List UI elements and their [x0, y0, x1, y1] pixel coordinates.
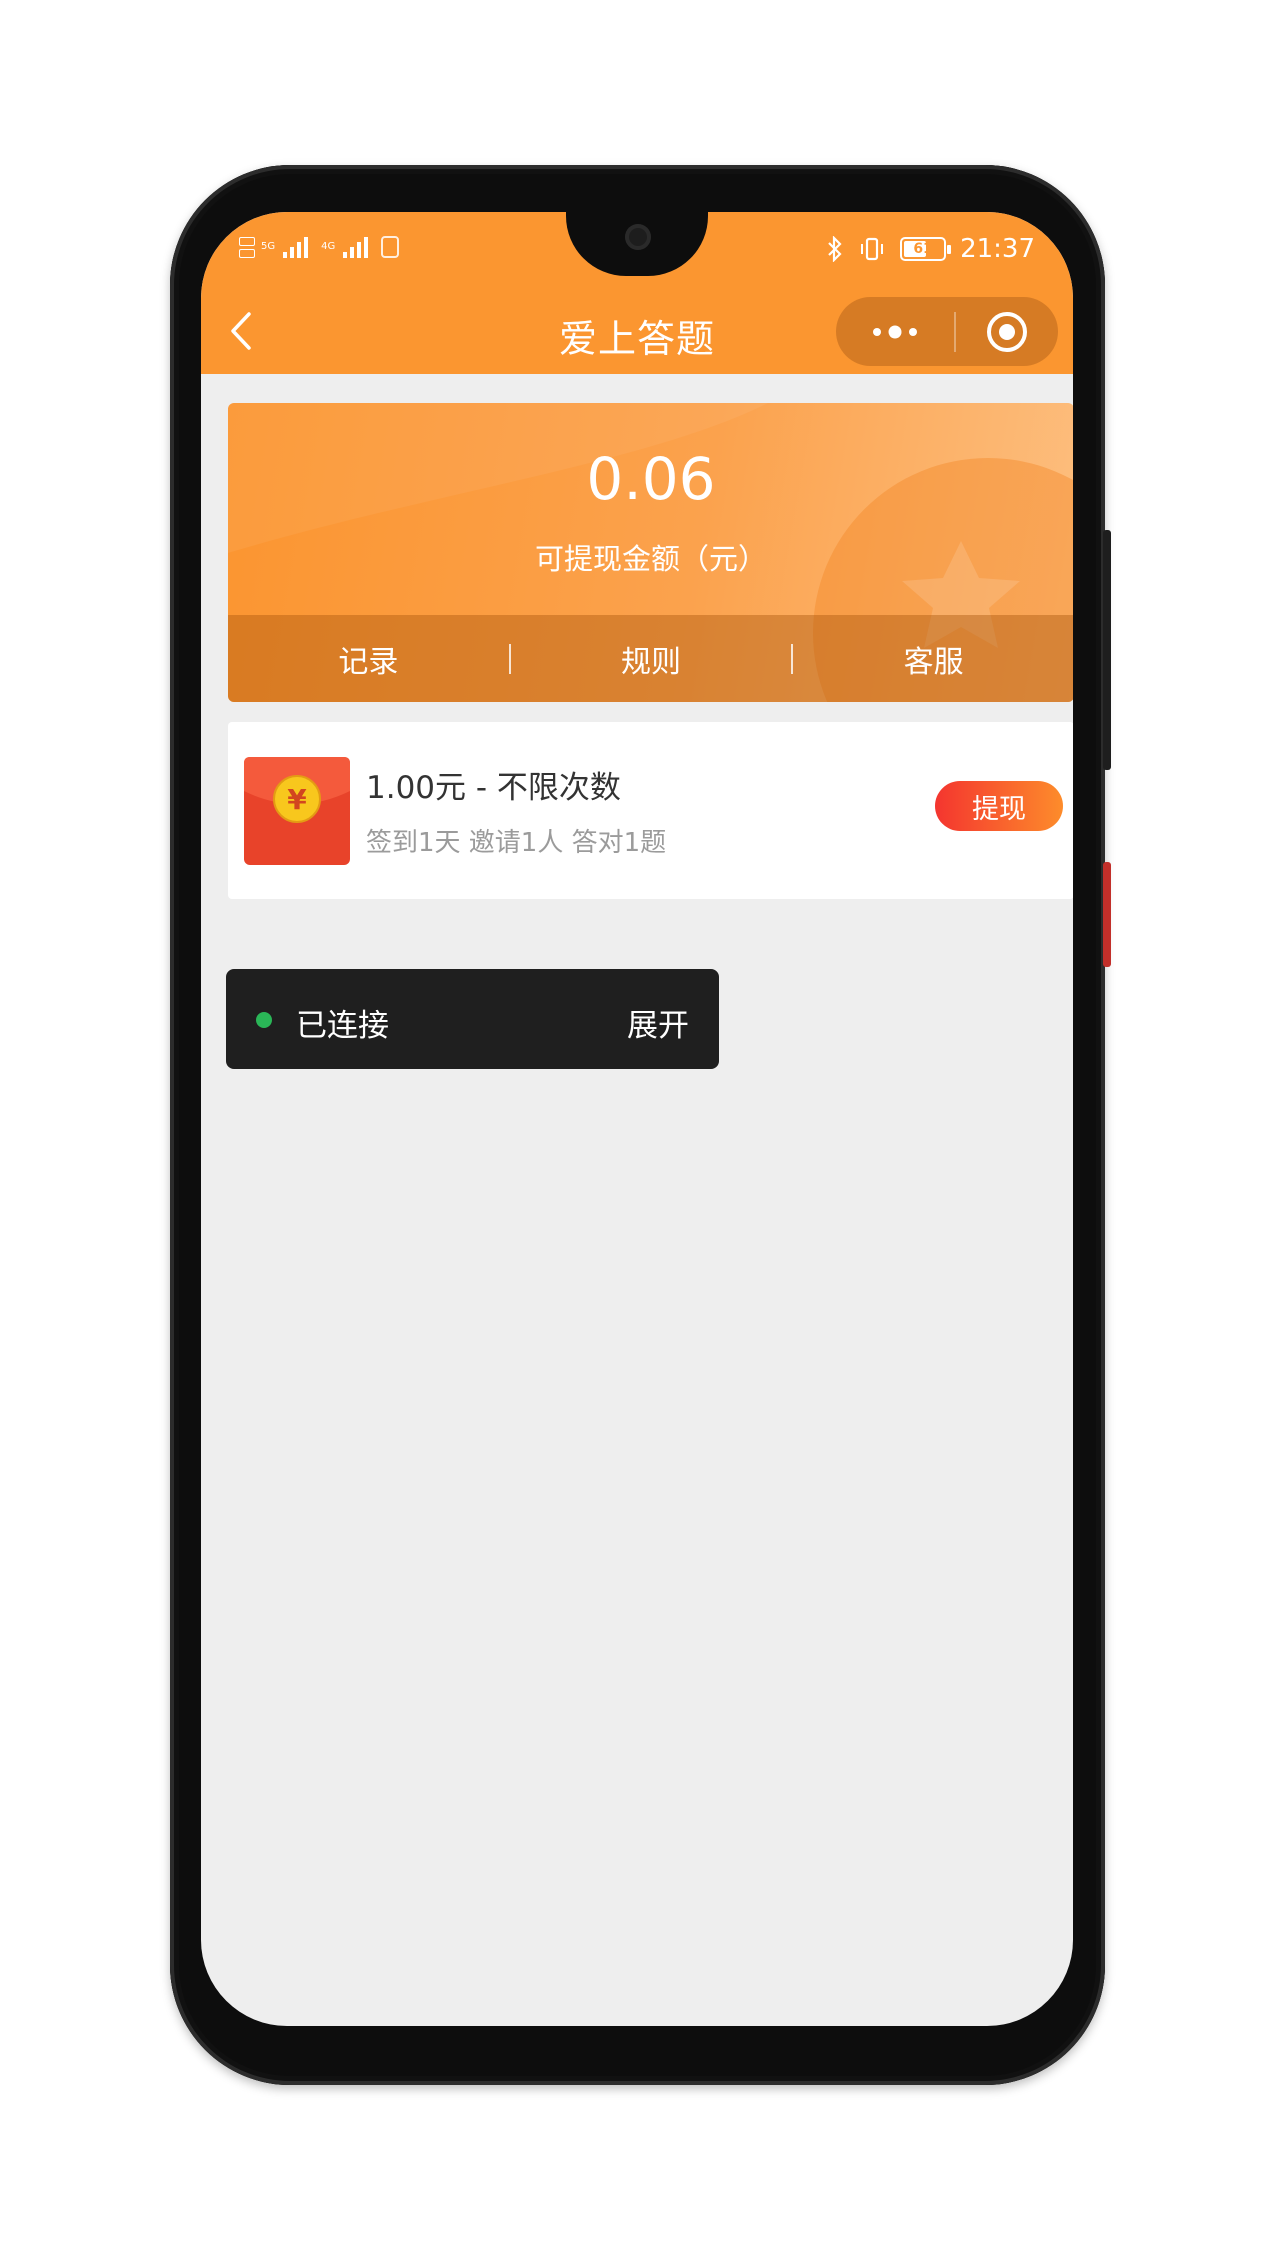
expand-button[interactable]: 展开 — [627, 1000, 689, 1045]
connection-bar: 已连接 展开 — [226, 969, 719, 1069]
yuan-symbol: ¥ — [287, 783, 307, 816]
bluetooth-icon — [828, 236, 842, 262]
withdraw-title: 1.00元 - 不限次数 — [366, 770, 621, 806]
card-actions: 记录 规则 客服 — [228, 615, 1073, 702]
records-link[interactable]: 记录 — [228, 637, 509, 681]
target-circle-icon — [987, 311, 1027, 352]
battery-percent: 61 — [913, 241, 933, 257]
battery-icon: 61 — [900, 237, 952, 261]
network-left-label: 5G — [261, 241, 276, 252]
rules-link[interactable]: 规则 — [511, 637, 792, 681]
lock-icon — [381, 236, 400, 258]
balance-card: 0.06 可提现金额（元） 记录 规则 客服 — [228, 403, 1073, 702]
vibrate-icon — [861, 237, 884, 261]
withdraw-requirements: 签到1天 邀请1人 答对1题 — [366, 828, 667, 858]
withdraw-button[interactable]: 提现 — [935, 781, 1063, 831]
mini-program-capsule — [836, 297, 1058, 366]
network-right-label: 4G — [321, 241, 336, 252]
status-bar-right: 61 21:37 — [826, 234, 1035, 264]
hd-icon — [239, 236, 255, 258]
connected-dot-icon — [256, 1012, 272, 1028]
signal-icon-2 — [343, 237, 369, 258]
more-dots-icon — [873, 325, 917, 338]
balance-label: 可提现金额（元） — [534, 542, 767, 576]
power-button — [1103, 862, 1111, 967]
signal-icon — [283, 237, 309, 258]
withdraw-option: ¥ 1.00元 - 不限次数 签到1天 邀请1人 答对1题 提现 — [228, 722, 1073, 899]
phone-screen: 5G 4G 61 21:37 爱上答题 0.06 可提现金额（元） 记录 规则 … — [201, 212, 1073, 2026]
volume-button — [1103, 530, 1111, 770]
more-button[interactable] — [836, 297, 954, 366]
close-button[interactable] — [956, 297, 1058, 366]
customer-service-link[interactable]: 客服 — [793, 637, 1073, 681]
status-bar-left: 5G 4G — [239, 234, 400, 260]
red-packet-icon: ¥ — [244, 757, 350, 865]
connection-status: 已连接 — [296, 1008, 389, 1044]
front-camera — [625, 224, 651, 250]
balance-amount: 0.06 — [586, 445, 716, 513]
status-time: 21:37 — [960, 234, 1035, 264]
